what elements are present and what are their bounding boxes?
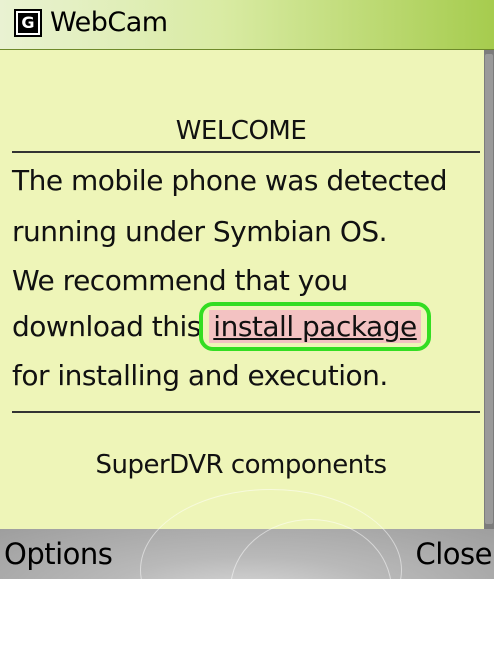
top-divider [12, 151, 480, 153]
scrollbar[interactable] [484, 50, 494, 529]
message-line-3: We recommend that you [12, 264, 348, 297]
close-softkey[interactable]: Close [416, 537, 493, 571]
app-g-icon: G [14, 9, 42, 37]
scrollbar-thumb[interactable] [485, 54, 493, 524]
message-line-4-prefix: download this [12, 310, 201, 343]
install-package-link-label: install package [213, 310, 417, 343]
bottom-divider [12, 411, 480, 413]
message-line-4: download this install package [12, 302, 431, 351]
window-title: WebCam [50, 7, 168, 38]
install-package-link[interactable]: install package [199, 302, 431, 351]
message-line-5: for installing and execution. [12, 359, 388, 392]
app-icon-letter: G [18, 13, 38, 33]
message-line-1: The mobile phone was detected [12, 164, 448, 197]
message-line-2: running under Symbian OS. [12, 215, 388, 248]
softkey-bar: Options Close [0, 489, 494, 661]
components-text: SuperDVR components [95, 450, 388, 480]
softkey-decor-arc [230, 519, 392, 661]
welcome-heading: WELCOME [175, 116, 307, 146]
options-softkey[interactable]: Options [4, 537, 113, 571]
content-area: WELCOME The mobile phone was detected ru… [0, 50, 494, 529]
title-bar: G WebCam [0, 0, 494, 50]
